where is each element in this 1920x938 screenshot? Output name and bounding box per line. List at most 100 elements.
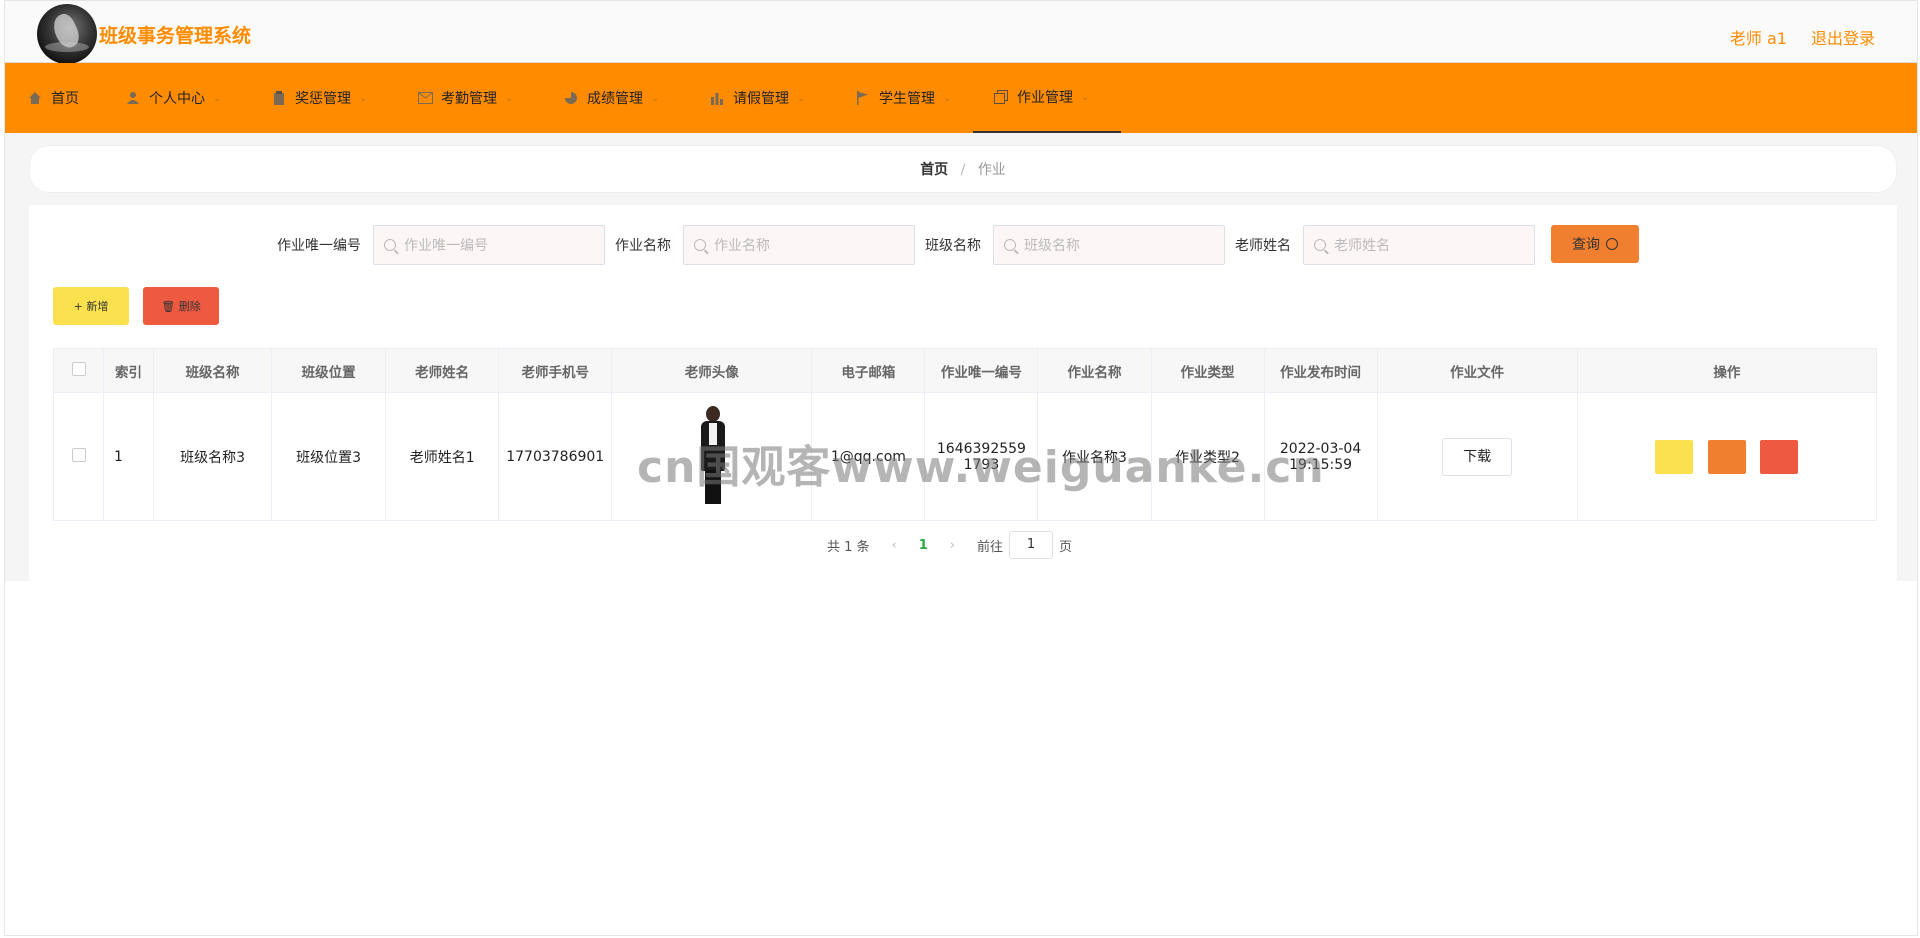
cell-teacher-name: 老师姓名1 xyxy=(385,392,500,521)
watermark-text: cn国观客www.weiguanke.cn xyxy=(637,442,1325,493)
search-field-class-name: 班级名称 班级名称 xyxy=(925,225,1225,265)
chevron-down-icon: ⌄ xyxy=(943,92,952,104)
column-header: 老师手机号 xyxy=(498,348,613,393)
select-all-cell xyxy=(52,348,105,393)
nav-item-label: 考勤管理 xyxy=(441,91,497,107)
table-header-row: 索引 班级名称 班级位置 老师姓名 老师手机号 老师头像 电子邮箱 作业唯一编号… xyxy=(52,348,1878,393)
chevron-down-icon: ⌄ xyxy=(505,92,514,104)
nav-item-label: 请假管理 xyxy=(733,91,789,107)
column-header: 作业文件 xyxy=(1376,348,1578,393)
row-select-cell xyxy=(52,392,105,521)
search-field-homework-id: 作业唯一编号 作业唯一编号 xyxy=(277,225,605,265)
nav-item-attendance[interactable]: 考勤管理 ⌄ xyxy=(417,63,513,133)
column-header: 作业名称 xyxy=(1037,348,1152,393)
column-header: 老师姓名 xyxy=(385,348,500,393)
chevron-down-icon: ⌄ xyxy=(1081,91,1090,103)
view-button[interactable] xyxy=(1655,439,1694,474)
breadcrumb-separator: / xyxy=(960,162,966,178)
search-label: 作业唯一编号 xyxy=(277,238,361,254)
cell-index: 1 xyxy=(103,392,155,521)
app-title: 班级事务管理系统 xyxy=(99,25,252,47)
home-icon xyxy=(27,90,43,106)
app-window: 班级事务管理系统 老师 a1 退出登录 首页 个人中心 ⌄ 奖惩管理 ⌄ 考勤管… xyxy=(4,0,1918,936)
column-header: 作业唯一编号 xyxy=(924,348,1039,393)
cell-operations xyxy=(1576,392,1878,521)
goto-page-input[interactable]: 1 xyxy=(1009,531,1054,559)
cell-teacher-phone: 17703786901 xyxy=(498,392,613,521)
column-header: 作业类型 xyxy=(1150,348,1265,393)
chevron-down-icon: ⌄ xyxy=(213,92,222,104)
chart-pie-icon xyxy=(563,90,579,106)
nav-item-personal-center[interactable]: 个人中心 ⌄ xyxy=(125,63,221,133)
teacher-name-input[interactable]: 老师姓名 xyxy=(1303,225,1535,265)
column-header: 班级位置 xyxy=(271,348,387,393)
column-header: 老师头像 xyxy=(611,348,813,393)
nav-item-label: 学生管理 xyxy=(879,91,935,107)
goto-label: 前往 xyxy=(977,539,1004,555)
column-header: 班级名称 xyxy=(153,348,273,393)
nav-item-label: 奖惩管理 xyxy=(295,91,351,107)
cell-class-name: 班级名称3 xyxy=(153,392,273,521)
breadcrumb: 首页 / 作业 xyxy=(29,145,1897,193)
logout-link[interactable]: 退出登录 xyxy=(1811,25,1875,49)
clipboard-icon xyxy=(271,90,287,106)
row-delete-button[interactable] xyxy=(1760,439,1799,474)
page-number[interactable]: 1 xyxy=(919,538,928,553)
search-icon xyxy=(1004,239,1016,251)
prev-page-icon[interactable]: ‹ xyxy=(892,538,897,553)
user-icon xyxy=(125,90,141,106)
select-all-checkbox[interactable] xyxy=(71,361,86,376)
search-icon xyxy=(1606,238,1618,250)
chevron-down-icon: ⌄ xyxy=(359,92,368,104)
mail-icon xyxy=(417,90,433,106)
nav-item-homework[interactable]: 作业管理 ⌄ xyxy=(973,63,1121,133)
breadcrumb-home[interactable]: 首页 xyxy=(920,162,948,178)
search-icon xyxy=(1314,239,1326,251)
column-header: 电子邮箱 xyxy=(811,348,926,393)
search-icon xyxy=(694,239,706,251)
nav-item-rewards[interactable]: 奖惩管理 ⌄ xyxy=(271,63,367,133)
search-field-teacher-name: 老师姓名 老师姓名 xyxy=(1235,225,1535,265)
breadcrumb-current: 作业 xyxy=(977,162,1006,178)
nav-item-students[interactable]: 学生管理 ⌄ xyxy=(855,63,951,133)
row-checkbox[interactable] xyxy=(71,447,86,462)
class-name-input[interactable]: 班级名称 xyxy=(993,225,1225,265)
chevron-down-icon: ⌄ xyxy=(797,92,806,104)
nav-item-grades[interactable]: 成绩管理 ⌄ xyxy=(563,63,659,133)
homework-name-input[interactable]: 作业名称 xyxy=(683,225,915,265)
search-label: 老师姓名 xyxy=(1235,238,1291,254)
search-label: 班级名称 xyxy=(925,238,981,254)
user-label[interactable]: 老师 a1 xyxy=(1730,25,1787,49)
top-header: 班级事务管理系统 老师 a1 退出登录 xyxy=(5,1,1917,64)
column-header: 索引 xyxy=(103,348,155,393)
pagination: 共 1 条 ‹ 1 › 前往 1 页 xyxy=(827,531,1072,559)
bar-chart-icon xyxy=(709,90,725,106)
delete-button[interactable]: 🗑 删除 xyxy=(143,287,219,325)
nav-item-leave[interactable]: 请假管理 ⌄ xyxy=(709,63,805,133)
nav-item-label: 首页 xyxy=(51,91,79,107)
nav-item-label: 个人中心 xyxy=(149,91,205,107)
homework-id-input[interactable]: 作业唯一编号 xyxy=(373,225,605,265)
download-button[interactable]: 下载 xyxy=(1442,437,1513,476)
chevron-down-icon: ⌄ xyxy=(651,92,660,104)
add-button[interactable]: + 新增 xyxy=(53,287,129,325)
search-field-homework-name: 作业名称 作业名称 xyxy=(615,225,915,265)
edit-button[interactable] xyxy=(1707,439,1746,474)
cell-class-location: 班级位置3 xyxy=(271,392,387,521)
nav-item-label: 作业管理 xyxy=(1017,90,1073,106)
next-page-icon[interactable]: › xyxy=(950,538,955,553)
search-icon xyxy=(384,239,396,251)
query-button[interactable]: 查询 xyxy=(1551,225,1639,263)
cell-homework-file: 下载 xyxy=(1376,392,1578,521)
column-header: 作业发布时间 xyxy=(1263,348,1378,393)
header-user-area: 老师 a1 退出登录 xyxy=(1730,25,1875,49)
goto-suffix: 页 xyxy=(1059,539,1073,555)
main-nav: 首页 个人中心 ⌄ 奖惩管理 ⌄ 考勤管理 ⌄ 成绩管理 ⌄ 请假管理 ⌄ 学生… xyxy=(5,63,1917,133)
pagination-total: 共 1 条 xyxy=(827,539,870,555)
column-header: 操作 xyxy=(1576,348,1878,393)
search-label: 作业名称 xyxy=(615,238,671,254)
nav-item-home[interactable]: 首页 xyxy=(27,63,79,133)
copy-icon xyxy=(993,89,1009,105)
logo-avatar xyxy=(37,4,97,64)
nav-item-label: 成绩管理 xyxy=(587,91,643,107)
